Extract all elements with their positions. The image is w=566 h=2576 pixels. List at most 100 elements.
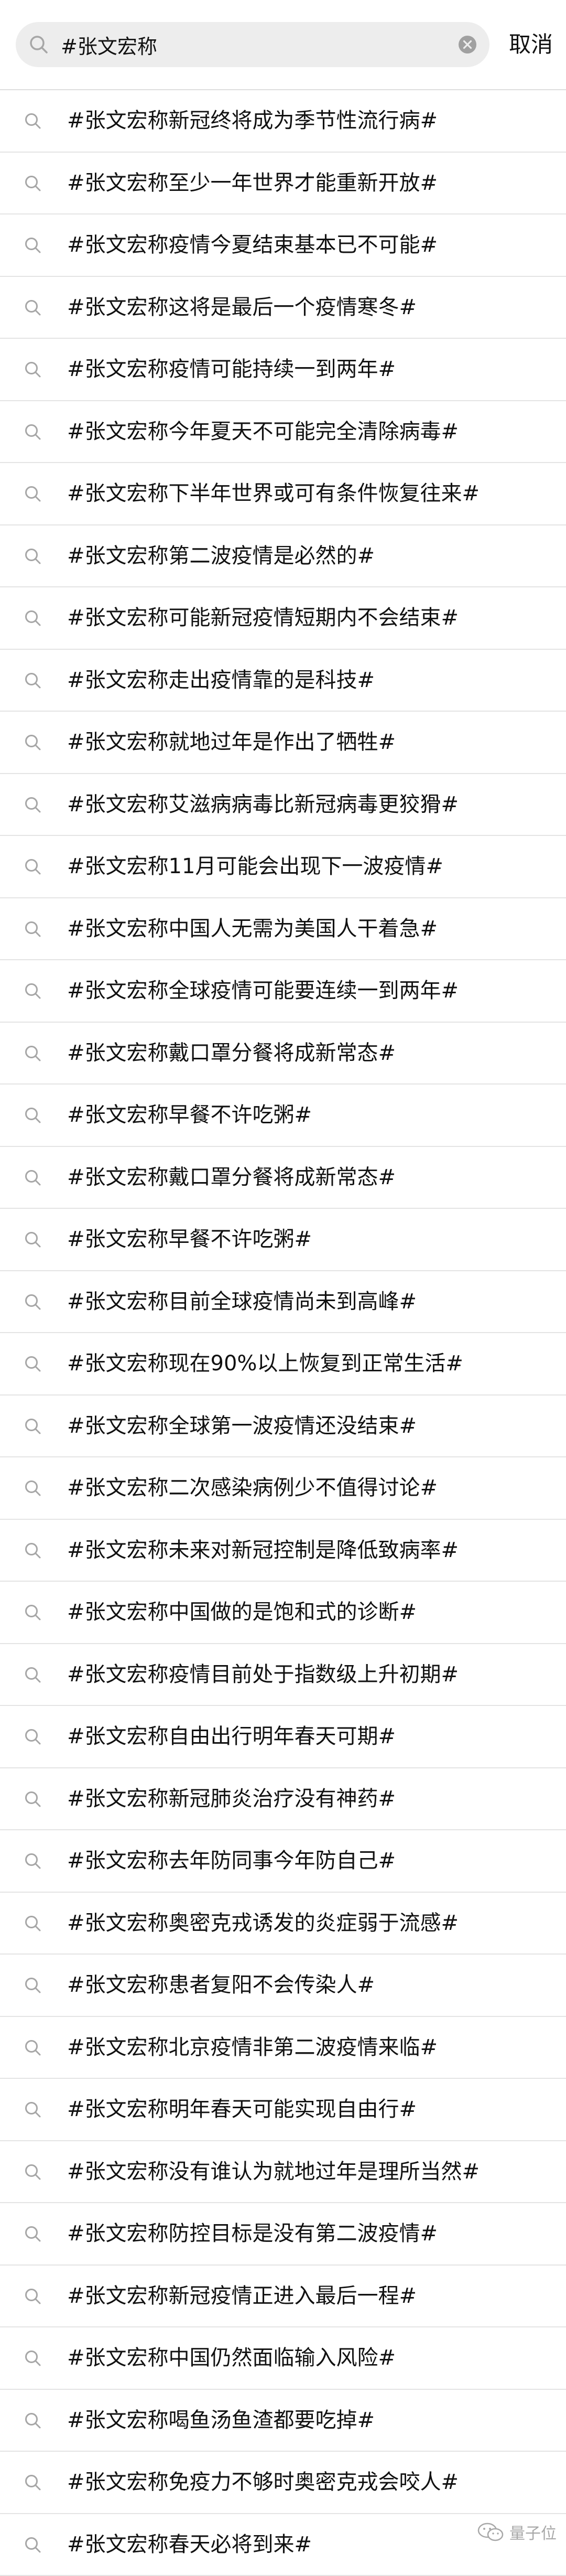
search-icon — [23, 2535, 43, 2555]
search-icon — [23, 2287, 43, 2306]
result-text: #张文宏称奥密克戎诱发的炎症弱于流感# — [67, 1893, 556, 1954]
result-text: #张文宏称第二波疫情是必然的# — [67, 525, 556, 586]
search-input[interactable] — [61, 22, 459, 67]
search-icon — [23, 1665, 43, 1685]
search-icon — [23, 1354, 43, 1374]
watermark-text: 量子位 — [509, 2520, 557, 2543]
result-item[interactable]: #张文宏称未来对新冠控制是降低致病率# — [0, 1520, 566, 1582]
search-results-list: #张文宏称新冠终将成为季节性流行病##张文宏称至少一年世界才能重新开放##张文宏… — [0, 90, 566, 2576]
result-text: #张文宏称北京疫情非第二波疫情来临# — [67, 2017, 556, 2078]
result-item[interactable]: #张文宏称11月可能会出现下一波疫情# — [0, 836, 566, 898]
result-text: #张文宏称疫情今夏结束基本已不可能# — [67, 214, 556, 275]
result-text: #张文宏称至少一年世界才能重新开放# — [67, 153, 556, 213]
search-icon — [23, 2473, 43, 2493]
result-text: #张文宏称新冠肺炎治疗没有神药# — [67, 1768, 556, 1829]
result-item[interactable]: #张文宏称中国人无需为美国人干着急# — [0, 898, 566, 961]
search-icon — [23, 1727, 43, 1747]
search-icon — [23, 1976, 43, 1995]
result-item[interactable]: #张文宏称可能新冠疫情短期内不会结束# — [0, 587, 566, 650]
result-item[interactable]: #张文宏称早餐不许吃粥# — [0, 1209, 566, 1271]
result-text: #张文宏称现在90%以上恢复到正常生活# — [67, 1333, 556, 1394]
search-icon — [23, 608, 43, 628]
result-text: #张文宏称戴口罩分餐将成新常态# — [67, 1147, 556, 1208]
result-item[interactable]: #张文宏称现在90%以上恢复到正常生活# — [0, 1333, 566, 1396]
search-icon — [23, 733, 43, 753]
result-text: #张文宏称二次感染病例少不值得讨论# — [67, 1457, 556, 1518]
result-text: #张文宏称这将是最后一个疫情寒冬# — [67, 277, 556, 338]
result-text: #张文宏称没有谁认为就地过年是理所当然# — [67, 2141, 556, 2202]
result-text: #张文宏称全球疫情可能要连续一到两年# — [67, 960, 556, 1021]
result-item[interactable]: #张文宏称中国仍然面临输入风险# — [0, 2327, 566, 2390]
result-item[interactable]: #张文宏称疫情今夏结束基本已不可能# — [0, 214, 566, 277]
result-item[interactable]: #张文宏称疫情目前处于指数级上升初期# — [0, 1644, 566, 1706]
result-item[interactable]: #张文宏称去年防同事今年防自己# — [0, 1830, 566, 1893]
search-icon — [23, 235, 43, 255]
result-text: #张文宏称目前全球疫情尚未到高峰# — [67, 1271, 556, 1332]
result-text: #张文宏称未来对新冠控制是降低致病率# — [67, 1520, 556, 1581]
clear-icon[interactable] — [457, 34, 478, 55]
search-icon — [23, 2100, 43, 2120]
result-text: #张文宏称患者复阳不会传染人# — [67, 1955, 556, 2015]
result-item[interactable]: #张文宏称下半年世界或可有条件恢复往来# — [0, 463, 566, 525]
result-item[interactable]: #张文宏称明年春天可能实现自由行# — [0, 2079, 566, 2141]
result-text: #张文宏称今年夏天不可能完全清除病毒# — [67, 401, 556, 462]
result-item[interactable]: #张文宏称第二波疫情是必然的# — [0, 525, 566, 588]
search-icon — [23, 111, 43, 131]
result-item[interactable]: #张文宏称二次感染病例少不值得讨论# — [0, 1457, 566, 1520]
result-text: #张文宏称早餐不许吃粥# — [67, 1085, 556, 1145]
watermark: 量子位 — [477, 2516, 557, 2548]
search-icon — [23, 2162, 43, 2182]
result-item[interactable]: #张文宏称至少一年世界才能重新开放# — [0, 153, 566, 215]
result-item[interactable]: #张文宏称全球疫情可能要连续一到两年# — [0, 960, 566, 1023]
search-icon — [23, 1230, 43, 1250]
result-text: #张文宏称就地过年是作出了牺牲# — [67, 712, 556, 772]
result-item[interactable]: #张文宏称走出疫情靠的是科技# — [0, 650, 566, 712]
cancel-button[interactable]: 取消 — [502, 22, 560, 67]
result-item[interactable]: #张文宏称奥密克戎诱发的炎症弱于流感# — [0, 1893, 566, 1955]
result-item[interactable]: #张文宏称患者复阳不会传染人# — [0, 1955, 566, 2017]
result-item[interactable]: #张文宏称免疫力不够时奥密克戎会咬人# — [0, 2452, 566, 2514]
search-icon — [23, 546, 43, 566]
result-item[interactable]: #张文宏称中国做的是饱和式的诊断# — [0, 1582, 566, 1644]
result-item[interactable]: #张文宏称全球第一波疫情还没结束# — [0, 1396, 566, 1458]
search-icon — [23, 1168, 43, 1188]
search-icon — [23, 2411, 43, 2431]
result-item[interactable]: #张文宏称喝鱼汤鱼渣都要吃掉# — [0, 2390, 566, 2452]
search-icon — [23, 1478, 43, 1498]
result-item[interactable]: #张文宏称早餐不许吃粥# — [0, 1085, 566, 1147]
result-text: #张文宏称免疫力不够时奥密克戎会咬人# — [67, 2452, 556, 2513]
search-icon — [23, 484, 43, 504]
result-item[interactable]: #张文宏称戴口罩分餐将成新常态# — [0, 1023, 566, 1085]
search-icon — [23, 1914, 43, 1934]
result-text: #张文宏称新冠疫情正进入最后一程# — [67, 2266, 556, 2326]
result-item[interactable]: #张文宏称戴口罩分餐将成新常态# — [0, 1147, 566, 1209]
result-item[interactable]: #张文宏称自由出行明年春天可期# — [0, 1706, 566, 1768]
result-item[interactable]: #张文宏称新冠终将成为季节性流行病# — [0, 90, 566, 153]
search-box[interactable] — [16, 22, 489, 67]
result-item[interactable]: #张文宏称目前全球疫情尚未到高峰# — [0, 1271, 566, 1334]
search-icon — [23, 857, 43, 877]
search-icon — [23, 2224, 43, 2244]
result-text: #张文宏称自由出行明年春天可期# — [67, 1706, 556, 1767]
search-header: 取消 — [0, 0, 566, 90]
result-item[interactable]: #张文宏称防控目标是没有第二波疫情# — [0, 2203, 566, 2266]
result-item[interactable]: #张文宏称新冠疫情正进入最后一程# — [0, 2266, 566, 2328]
search-icon — [23, 2348, 43, 2368]
result-item[interactable]: #张文宏称今年夏天不可能完全清除病毒# — [0, 401, 566, 464]
search-icon — [23, 671, 43, 691]
search-icon — [23, 981, 43, 1001]
result-item[interactable]: #张文宏称没有谁认为就地过年是理所当然# — [0, 2141, 566, 2204]
result-text: #张文宏称喝鱼汤鱼渣都要吃掉# — [67, 2390, 556, 2451]
search-icon — [23, 1416, 43, 1436]
result-item[interactable]: #张文宏称就地过年是作出了牺牲# — [0, 712, 566, 774]
result-text: #张文宏称中国人无需为美国人干着急# — [67, 898, 556, 959]
result-item[interactable]: #张文宏称艾滋病病毒比新冠病毒更狡猾# — [0, 774, 566, 836]
result-item[interactable]: #张文宏称新冠肺炎治疗没有神药# — [0, 1768, 566, 1831]
result-text: #张文宏称防控目标是没有第二波疫情# — [67, 2203, 556, 2264]
result-item[interactable]: #张文宏称北京疫情非第二波疫情来临# — [0, 2017, 566, 2079]
search-icon — [23, 1789, 43, 1809]
result-item[interactable]: #张文宏称疫情可能持续一到两年# — [0, 339, 566, 401]
search-icon — [23, 2038, 43, 2058]
wechat-logo-icon — [477, 2521, 504, 2542]
result-item[interactable]: #张文宏称这将是最后一个疫情寒冬# — [0, 277, 566, 339]
